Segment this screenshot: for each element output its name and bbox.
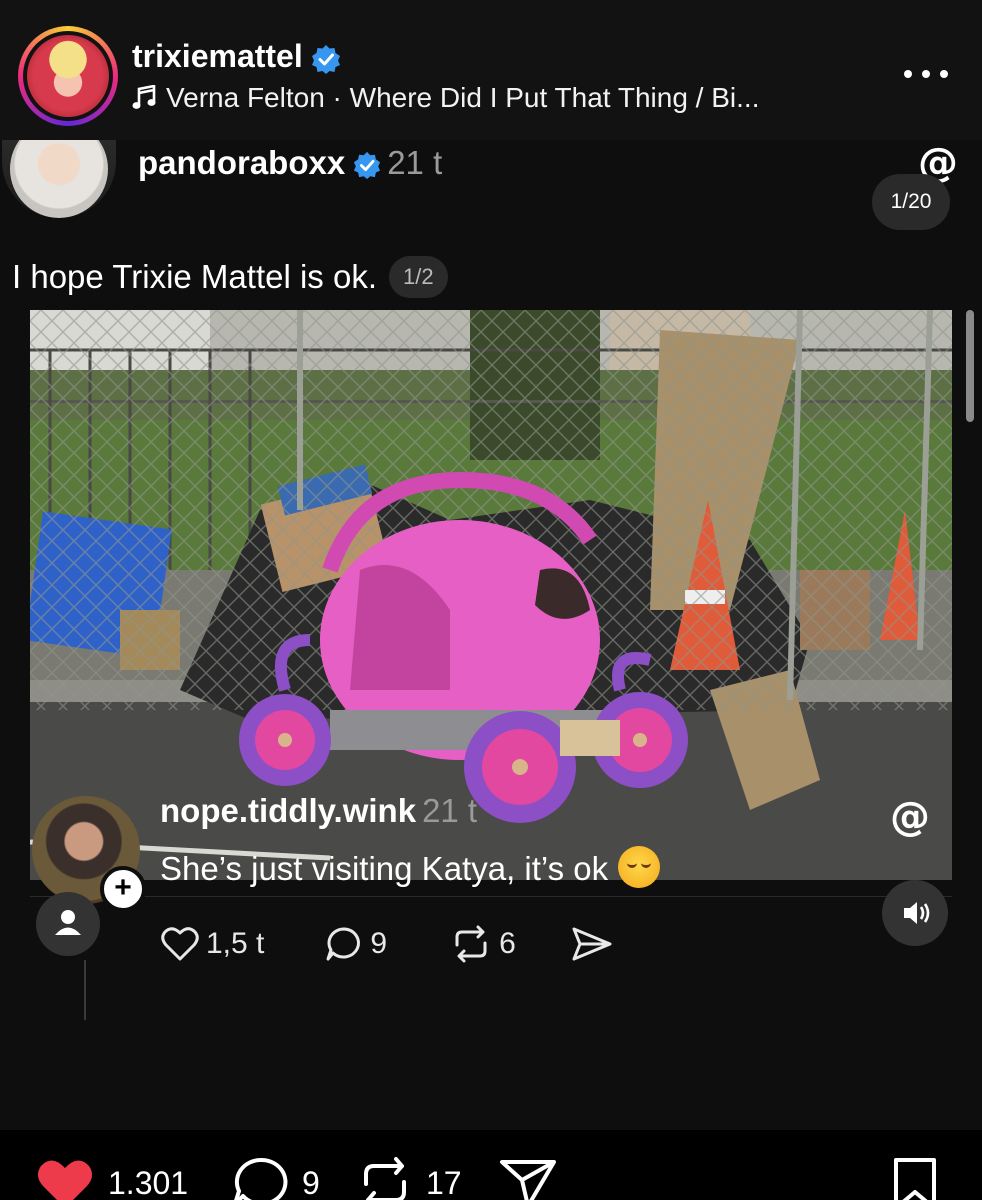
volume-glyph (904, 902, 930, 924)
repost-button[interactable]: 17 (356, 1156, 462, 1200)
person-icon[interactable] (36, 892, 100, 956)
bookmark-button[interactable] (890, 1156, 952, 1200)
scrollbar[interactable] (966, 310, 974, 422)
divider (30, 896, 952, 897)
person-glyph (55, 910, 81, 935)
share-icon (500, 1160, 556, 1200)
verified-icon (311, 44, 340, 74)
more-icon[interactable] (898, 56, 954, 90)
story-ring-avatar[interactable] (18, 26, 118, 126)
reply-text: She’s just visiting Katya, it’s ok (160, 846, 661, 888)
reply-like-count: 1,5 t (206, 927, 265, 960)
relieved-face-emoji (618, 846, 661, 888)
post-time: 21 t (387, 144, 443, 181)
reply-repost-count: 6 (499, 927, 516, 960)
comment-button[interactable]: 9 (230, 1156, 320, 1200)
header-username-text: trixiemattel (132, 38, 303, 74)
comment-count: 9 (302, 1164, 320, 1200)
reply-author-username: nope.tiddly.wink (160, 792, 417, 829)
carousel-page-badge: 1/2 (388, 256, 448, 298)
repost-count: 17 (426, 1164, 462, 1200)
reply-share-button[interactable] (570, 925, 620, 963)
share-icon (572, 927, 612, 961)
comment-icon (326, 927, 361, 961)
post-author-avatar (2, 140, 116, 218)
like-button[interactable]: 1.301 (34, 1156, 188, 1200)
reply-repost-button[interactable]: 6 (449, 925, 516, 963)
heart-icon (38, 1160, 92, 1200)
music-note-icon (132, 84, 156, 109)
reply-time: 21 t (422, 792, 478, 829)
heart-icon (161, 927, 199, 961)
like-count: 1.301 (108, 1164, 189, 1200)
volume-icon[interactable] (882, 880, 948, 946)
reply-text-content: She’s just visiting Katya, it’s ok (160, 850, 609, 887)
comment-icon (234, 1157, 288, 1200)
threads-icon: @ (890, 794, 930, 840)
post-author: pandoraboxx 21 t (138, 144, 442, 182)
post-caption: I hope Trixie Mattel is ok. 1/2 (12, 256, 448, 298)
reply-comment-button[interactable]: 9 (324, 925, 387, 963)
share-button[interactable] (498, 1156, 570, 1200)
header-username[interactable]: trixiemattel (132, 38, 341, 75)
reply-actions: 1,5 t 9 6 (160, 922, 620, 966)
audio-track-label: Verna Felton · Where Did I Put That Thin… (166, 82, 760, 113)
verified-icon (354, 152, 381, 180)
avatar (27, 35, 109, 117)
repost-icon (364, 1157, 406, 1200)
bookmark-icon (894, 1158, 936, 1200)
follow-plus-button[interactable]: + (100, 866, 146, 912)
reel-action-bar: 1.301 9 17 (0, 1130, 982, 1200)
shared-post-screenshot[interactable]: pandoraboxx 21 t @ 1/20 I hope Trixie Ma… (0, 140, 982, 1130)
reel-header: trixiemattel Verna Felton · Where Did I … (0, 0, 982, 140)
repost-icon (455, 925, 487, 963)
post-caption-text: I hope Trixie Mattel is ok. (12, 258, 377, 295)
reply-comment-count: 9 (370, 927, 388, 960)
reply-like-button[interactable]: 1,5 t (160, 925, 264, 963)
media-counter: 1/20 (872, 174, 950, 230)
reply-author: nope.tiddly.wink 21 t (160, 792, 477, 830)
post-author-username: pandoraboxx (138, 144, 346, 181)
audio-track-link[interactable]: Verna Felton · Where Did I Put That Thin… (132, 82, 759, 114)
thread-line (84, 960, 86, 1020)
